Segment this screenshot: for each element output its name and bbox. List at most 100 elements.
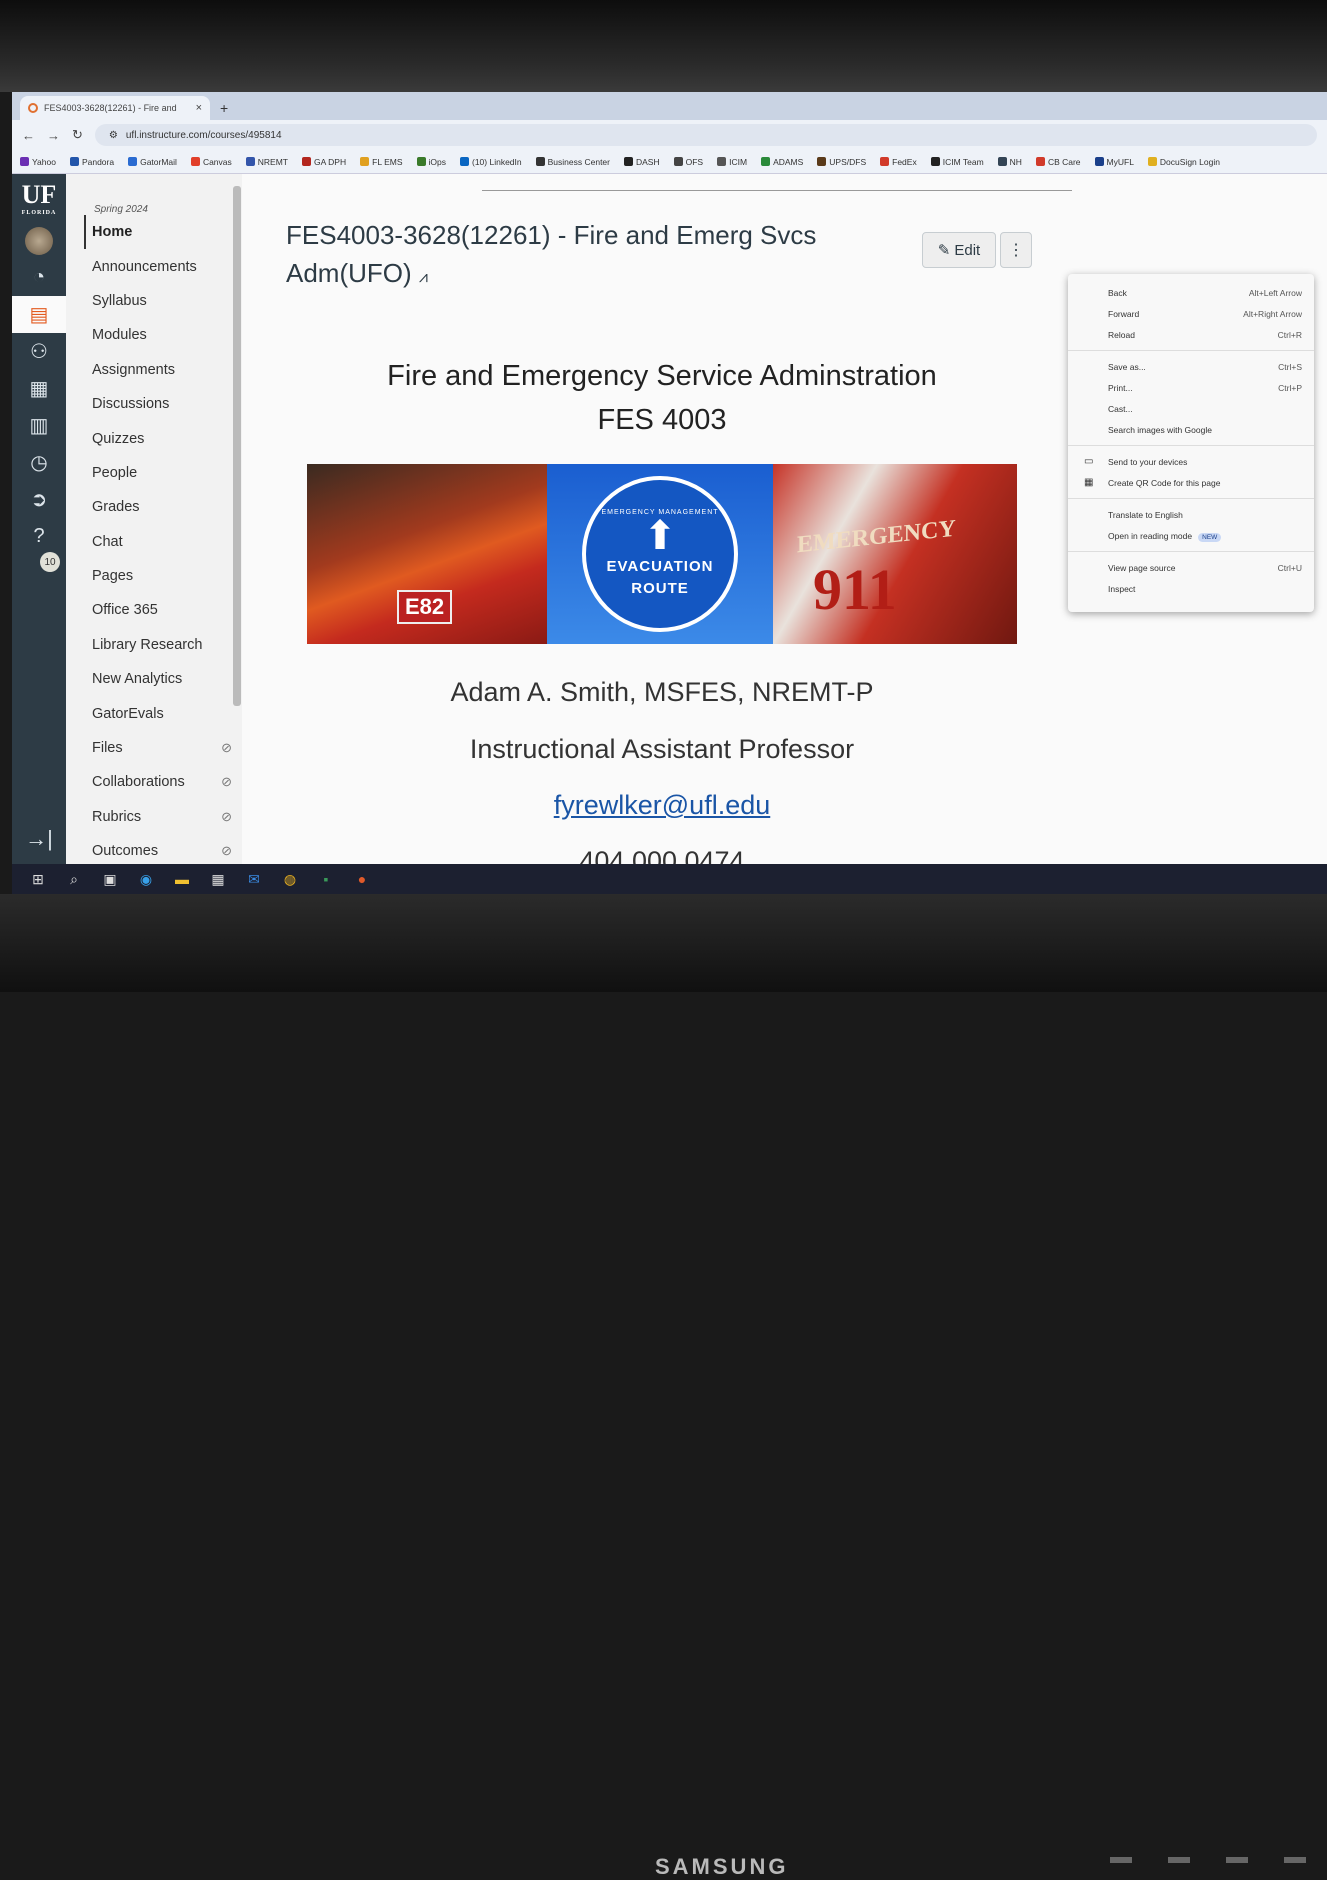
course-nav-item-collaborations[interactable]: Collaborations ⊘ bbox=[66, 765, 242, 799]
bookmark-item[interactable]: CB Care bbox=[1035, 157, 1081, 167]
new-tab-button[interactable]: + bbox=[210, 100, 238, 120]
bookmark-item[interactable]: DocuSign Login bbox=[1147, 157, 1220, 167]
context-menu-item[interactable]: Save as... Ctrl+S bbox=[1068, 356, 1314, 377]
context-menu-item[interactable]: Cast... bbox=[1068, 398, 1314, 419]
forward-icon[interactable]: → bbox=[47, 128, 60, 143]
course-nav-item-assignments[interactable]: Assignments bbox=[66, 353, 242, 387]
courses-icon[interactable]: ▤ bbox=[12, 296, 66, 333]
course-nav-item-discussions[interactable]: Discussions bbox=[66, 387, 242, 421]
bookmark-item[interactable]: GatorMail bbox=[128, 157, 177, 167]
course-nav-item-files[interactable]: Files ⊘ bbox=[66, 731, 242, 765]
bookmark-item[interactable]: NREMT bbox=[245, 157, 288, 167]
windows-taskbar: ⊞ ⌕ ▣ ◉ ▬ ▦ ✉ ◍ ▪ ● bbox=[12, 864, 1327, 894]
context-menu-item[interactable]: Back Alt+Left Arrow bbox=[1068, 282, 1314, 303]
email-link[interactable]: fyrewlker@ufl.edu bbox=[554, 790, 771, 820]
course-nav-list: Home Announcements Syllabus Modules Assignme… bbox=[66, 215, 242, 868]
bookmark-item[interactable]: GA DPH bbox=[302, 157, 346, 167]
account-avatar[interactable] bbox=[12, 222, 66, 259]
course-nav-scrollbar[interactable] bbox=[233, 186, 241, 706]
bookmark-item[interactable]: Pandora bbox=[69, 157, 114, 167]
context-menu-item[interactable]: ▦ Create QR Code for this page bbox=[1068, 472, 1314, 493]
monitor-button[interactable] bbox=[1168, 1857, 1190, 1863]
context-menu-item[interactable]: Inspect bbox=[1068, 578, 1314, 599]
back-icon[interactable]: ← bbox=[22, 128, 35, 143]
course-nav-item-grades[interactable]: Grades bbox=[66, 490, 242, 524]
browser-tab[interactable]: FES4003-3628(12261) - Fire and × bbox=[20, 96, 210, 120]
course-nav-item-gatorevals[interactable]: GatorEvals bbox=[66, 696, 242, 730]
uf-logo[interactable]: UF FLORIDA bbox=[12, 174, 66, 222]
monitor-button[interactable] bbox=[1284, 1857, 1306, 1863]
context-menu-item[interactable]: Forward Alt+Right Arrow bbox=[1068, 303, 1314, 324]
more-options-button[interactable]: ⋮ bbox=[1000, 232, 1032, 268]
hidden-eye-icon: ⊘ bbox=[221, 808, 232, 824]
dashboard-icon[interactable]: ◔ bbox=[12, 259, 66, 296]
bookmark-item[interactable]: ADAMS bbox=[761, 157, 803, 167]
menu-separator bbox=[1068, 445, 1314, 446]
bookmark-item[interactable]: UPS/DFS bbox=[817, 157, 866, 167]
site-info-icon[interactable]: ⚙ bbox=[109, 130, 118, 141]
context-menu-item[interactable]: View page source Ctrl+U bbox=[1068, 557, 1314, 578]
history-icon[interactable]: ◷ bbox=[12, 444, 66, 481]
course-nav-item-home[interactable]: Home bbox=[84, 215, 242, 250]
task-view-icon[interactable]: ▣ bbox=[100, 869, 120, 889]
fire-engine-photo: E82 bbox=[307, 464, 547, 644]
bookmark-label: DASH bbox=[636, 156, 660, 167]
file-explorer-icon[interactable]: ▬ bbox=[172, 869, 192, 889]
bookmark-item[interactable]: Canvas bbox=[190, 157, 232, 167]
context-menu-item[interactable]: Print... Ctrl+P bbox=[1068, 377, 1314, 398]
commons-icon[interactable]: ➲ bbox=[12, 481, 66, 518]
course-nav-item-office-365[interactable]: Office 365 bbox=[66, 593, 242, 627]
bookmark-item[interactable]: ICIM Team bbox=[930, 157, 984, 167]
monitor-button[interactable] bbox=[1226, 1857, 1248, 1863]
bookmark-item[interactable]: (10) LinkedIn bbox=[460, 157, 522, 167]
windows-start-icon[interactable]: ⊞ bbox=[28, 869, 48, 889]
course-nav-item-announcements[interactable]: Announcements bbox=[66, 249, 242, 283]
context-menu-item[interactable]: Reload Ctrl+R bbox=[1068, 324, 1314, 345]
bookmark-item[interactable]: FedEx bbox=[880, 157, 917, 167]
bookmark-item[interactable]: Yahoo bbox=[20, 157, 56, 167]
groups-icon[interactable]: ⚇ bbox=[12, 333, 66, 370]
course-nav-item-pages[interactable]: Pages bbox=[66, 559, 242, 593]
bookmark-item[interactable]: Business Center bbox=[535, 157, 610, 167]
monitor-buttons bbox=[1110, 1857, 1306, 1863]
context-menu-item[interactable]: Search images with Google bbox=[1068, 419, 1314, 440]
context-menu-item[interactable]: Open in reading mode NEW bbox=[1068, 525, 1314, 546]
edge-icon[interactable]: ◉ bbox=[136, 869, 156, 889]
powerpoint-icon[interactable]: ● bbox=[352, 869, 372, 889]
course-nav-item-library-research[interactable]: Library Research bbox=[66, 628, 242, 662]
edit-button[interactable]: ✎ Edit bbox=[922, 232, 996, 268]
bookmark-item[interactable]: ICIM bbox=[717, 157, 747, 167]
tab-close-icon[interactable]: × bbox=[196, 102, 202, 114]
bookmark-item[interactable]: MyUFL bbox=[1094, 157, 1134, 167]
context-menu-item[interactable]: Translate to English bbox=[1068, 504, 1314, 525]
bookmark-item[interactable]: NH bbox=[997, 157, 1022, 167]
course-nav-item-modules[interactable]: Modules bbox=[66, 318, 242, 352]
help-icon[interactable]: ? bbox=[12, 518, 66, 555]
bookmark-item[interactable]: DASH bbox=[624, 157, 660, 167]
chrome-icon[interactable]: ◍ bbox=[280, 869, 300, 889]
calendar-icon[interactable]: ▦ bbox=[12, 370, 66, 407]
reload-icon[interactable]: ↻ bbox=[72, 127, 83, 143]
course-nav-item-chat[interactable]: Chat bbox=[66, 525, 242, 559]
immersive-reader-icon[interactable]: ⩘ bbox=[419, 269, 428, 286]
course-nav-item-new-analytics[interactable]: New Analytics bbox=[66, 662, 242, 696]
app-icon[interactable]: ▪ bbox=[316, 869, 336, 889]
course-nav-item-people[interactable]: People bbox=[66, 456, 242, 490]
bookmark-label: GA DPH bbox=[314, 156, 347, 167]
tab-title: FES4003-3628(12261) - Fire and bbox=[44, 103, 177, 113]
store-icon[interactable]: ▦ bbox=[208, 869, 228, 889]
collapse-nav-icon[interactable]: →| bbox=[12, 826, 66, 852]
context-menu-item[interactable]: ▭ Send to your devices bbox=[1068, 451, 1314, 472]
bookmark-item[interactable]: iOps bbox=[416, 157, 446, 167]
bookmark-item[interactable]: FL EMS bbox=[360, 157, 403, 167]
mail-icon[interactable]: ✉ bbox=[244, 869, 264, 889]
bookmark-item[interactable]: OFS bbox=[673, 157, 703, 167]
url-input[interactable]: ⚙ ufl.instructure.com/courses/495814 bbox=[94, 124, 1317, 146]
search-icon[interactable]: ⌕ bbox=[64, 869, 84, 889]
monitor-button[interactable] bbox=[1110, 1857, 1132, 1863]
sign-line-1: EVACUATION bbox=[606, 557, 714, 575]
course-nav-item-quizzes[interactable]: Quizzes bbox=[66, 421, 242, 455]
inbox-icon[interactable]: ▥ bbox=[12, 407, 66, 444]
course-nav-item-syllabus[interactable]: Syllabus bbox=[66, 284, 242, 318]
course-nav-item-rubrics[interactable]: Rubrics ⊘ bbox=[66, 800, 242, 834]
